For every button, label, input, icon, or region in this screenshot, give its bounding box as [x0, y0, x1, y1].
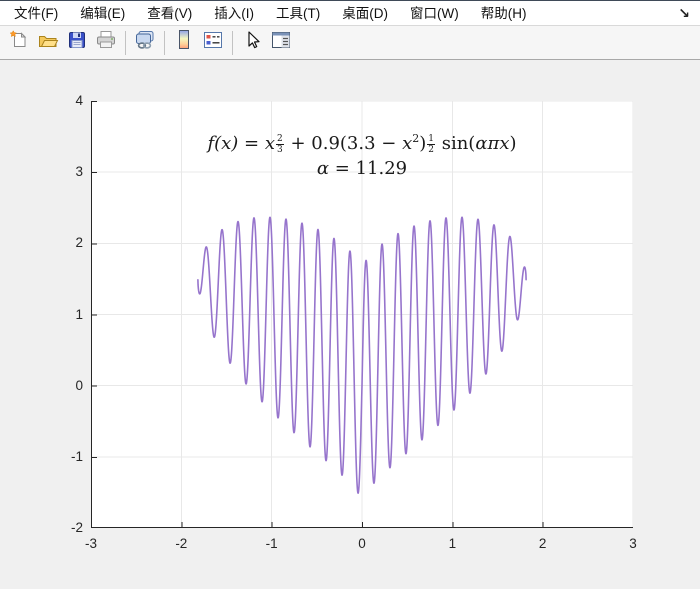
- y-tick-label: 0: [50, 378, 83, 393]
- menu-file[interactable]: 文件(F): [3, 1, 69, 26]
- link-plot-icon: [134, 30, 156, 55]
- x-tick-label: 3: [615, 536, 651, 551]
- x-tick-label: 2: [525, 536, 561, 551]
- plot-area: [91, 101, 633, 528]
- x-tick-label: -1: [254, 536, 290, 551]
- edit-plot-button[interactable]: [238, 29, 266, 57]
- y-tick-label: 4: [50, 93, 83, 108]
- menu-insert[interactable]: 插入(I): [203, 1, 265, 26]
- insert-colorbar-icon: [176, 29, 192, 56]
- x-tick-label: 0: [344, 536, 380, 551]
- insert-colorbar-button[interactable]: [170, 29, 198, 57]
- link-plot-button[interactable]: [131, 29, 159, 57]
- menu-help[interactable]: 帮助(H): [470, 1, 538, 26]
- y-tick-label: 2: [50, 235, 83, 250]
- x-tick-label: -3: [73, 536, 109, 551]
- y-tick-label: -1: [50, 449, 83, 464]
- toolbar-separator: [125, 31, 126, 55]
- edit-plot-icon: [243, 30, 261, 55]
- y-tick-label: 1: [50, 307, 83, 322]
- save-figure-button[interactable]: [63, 29, 91, 57]
- new-figure-icon: [9, 30, 29, 55]
- menu-desktop[interactable]: 桌面(D): [331, 1, 399, 26]
- insert-legend-icon: [202, 30, 224, 55]
- new-figure-button[interactable]: [5, 29, 33, 57]
- toolbar: [0, 26, 700, 60]
- dock-figure-icon[interactable]: ↘: [678, 2, 690, 24]
- print-figure-icon: [95, 30, 117, 55]
- x-tick-label: 1: [434, 536, 470, 551]
- open-file-icon: [37, 30, 59, 55]
- menu-edit[interactable]: 编辑(E): [69, 1, 136, 26]
- menu-view[interactable]: 查看(V): [136, 1, 203, 26]
- figure-canvas: f(x) = x23 + 0.9(3.3 − x2)12 sin(απx) α …: [0, 60, 700, 588]
- open-file-button[interactable]: [34, 29, 62, 57]
- toolbar-separator: [232, 31, 233, 55]
- figure-window: 文件(F) 编辑(E) 查看(V) 插入(I) 工具(T) 桌面(D) 窗口(W…: [0, 0, 700, 589]
- property-editor-icon: [270, 30, 292, 55]
- property-editor-button[interactable]: [267, 29, 295, 57]
- menu-window[interactable]: 窗口(W): [399, 1, 470, 26]
- menubar: 文件(F) 编辑(E) 查看(V) 插入(I) 工具(T) 桌面(D) 窗口(W…: [0, 1, 700, 26]
- insert-legend-button[interactable]: [199, 29, 227, 57]
- print-figure-button[interactable]: [92, 29, 120, 57]
- menu-tools[interactable]: 工具(T): [265, 1, 331, 26]
- toolbar-separator: [164, 31, 165, 55]
- y-tick-label: 3: [50, 164, 83, 179]
- x-tick-label: -2: [163, 536, 199, 551]
- save-figure-icon: [67, 30, 87, 55]
- heart-curve-plot: [91, 101, 633, 528]
- y-tick-label: -2: [50, 520, 83, 535]
